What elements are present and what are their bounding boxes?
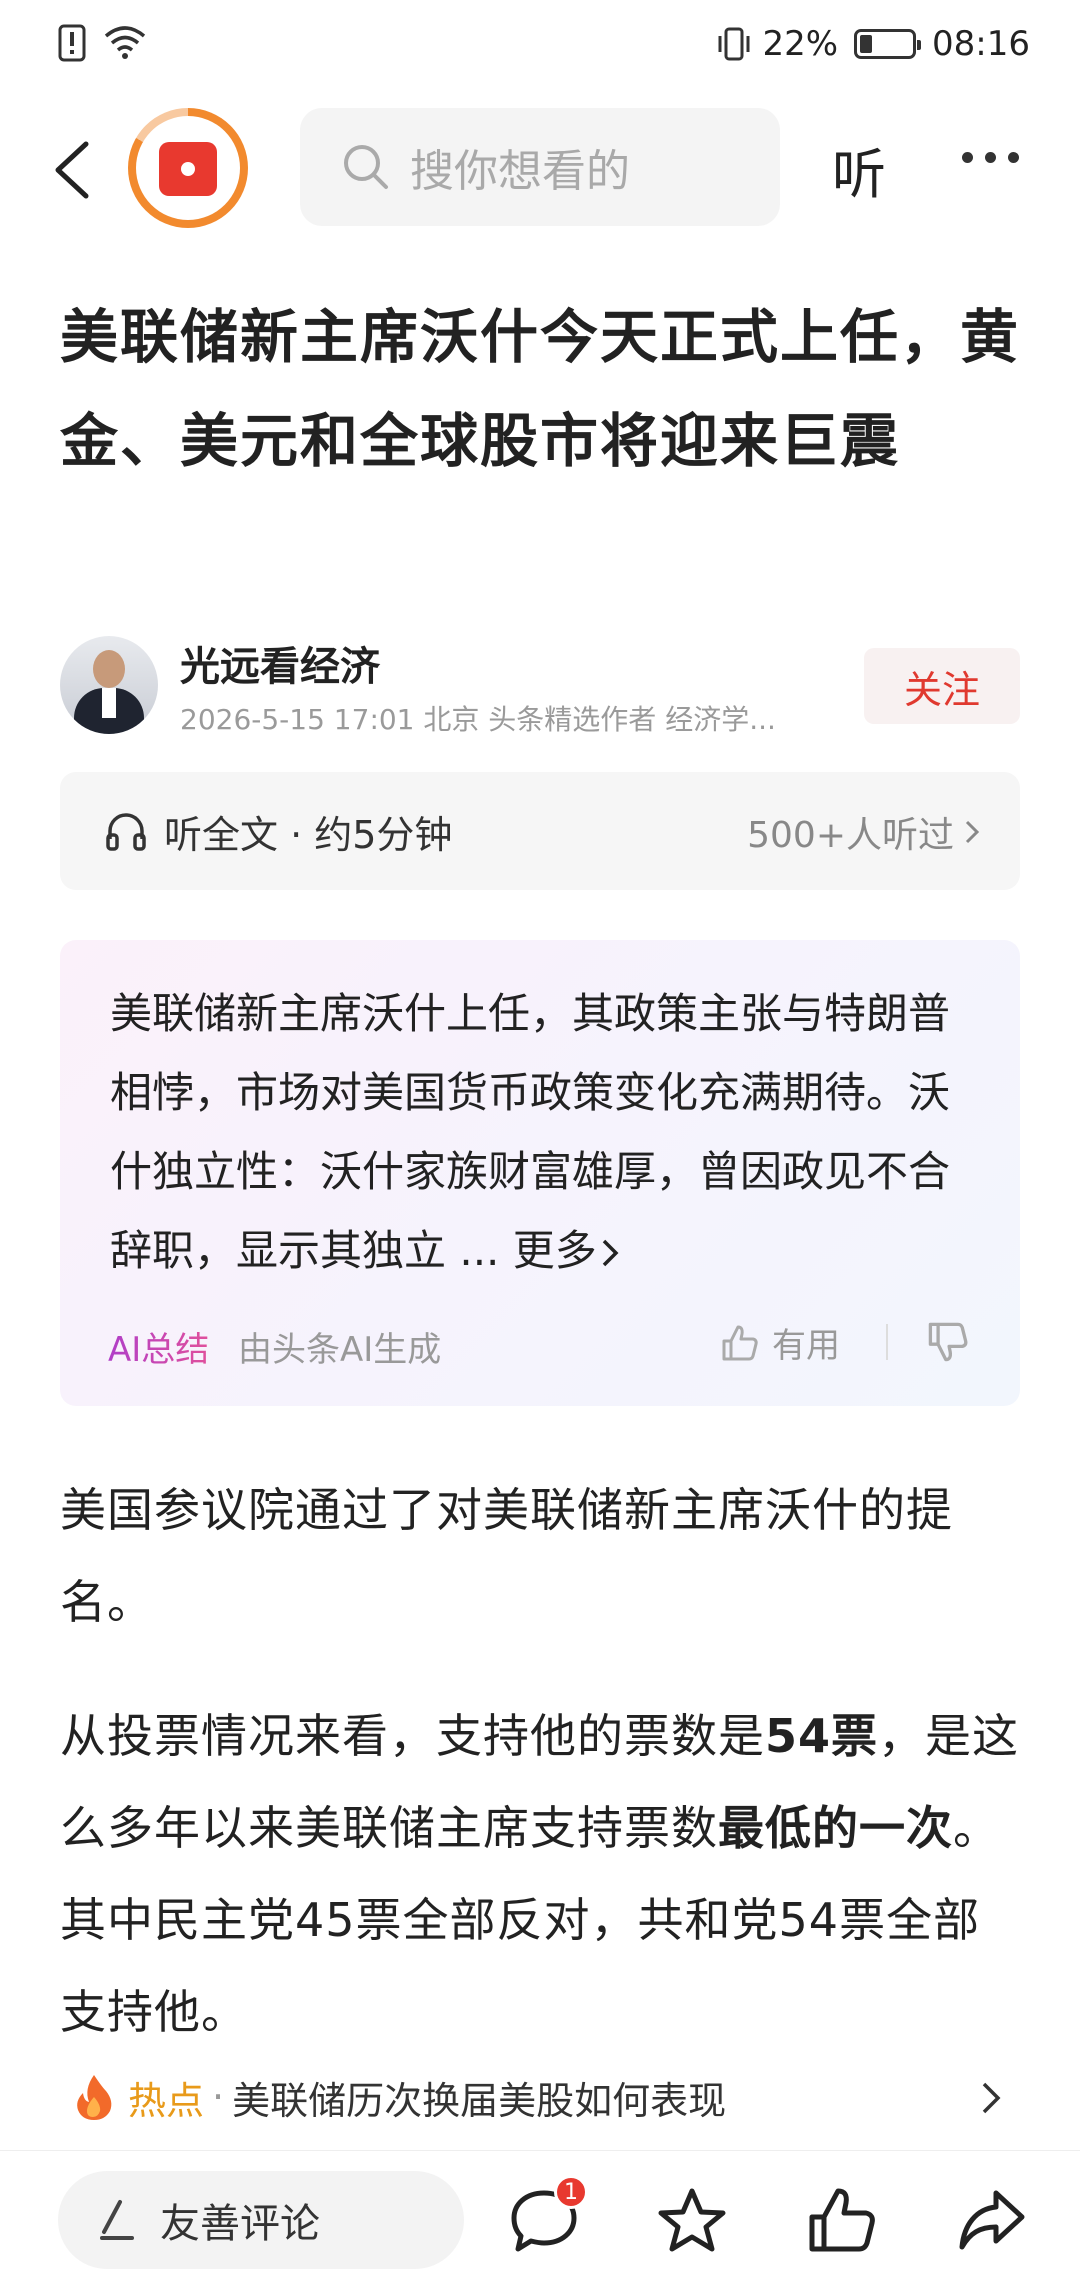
separator-dot: · xyxy=(212,2075,225,2119)
star-icon[interactable] xyxy=(656,2185,728,2257)
pen-icon xyxy=(100,2200,134,2240)
app-logo[interactable] xyxy=(128,108,248,228)
hot-label: 热点 xyxy=(128,2078,205,2123)
chevron-right-icon xyxy=(982,2082,1001,2114)
useful-button[interactable]: 有用 xyxy=(720,1318,840,1367)
wifi-icon xyxy=(104,26,146,59)
ai-more-label: 更多 xyxy=(512,1226,597,1275)
listen-label: 听全文 · 约5分钟 xyxy=(164,813,453,857)
comment-count-badge: 1 xyxy=(554,2175,588,2209)
listen-button[interactable]: 听 xyxy=(832,130,886,209)
alert-icon xyxy=(58,24,86,62)
comment-placeholder: 友善评论 xyxy=(160,2201,320,2247)
back-icon[interactable] xyxy=(50,138,94,202)
thumbs-down-icon[interactable] xyxy=(926,1320,970,1364)
hot-topic-link[interactable]: 热点 · 美联储历次换届美股如何表现 xyxy=(72,2062,1012,2132)
listen-count: 500+人听过 xyxy=(747,806,980,858)
listen-count-text: 500+人听过 xyxy=(747,815,954,856)
chevron-right-icon xyxy=(965,820,980,844)
article-title: 美联储新主席沃什今天正式上任，黄金、美元和全球股市将迎来巨震 xyxy=(60,303,1021,475)
para2-part: 从投票情况来看，支持他的票数是 xyxy=(60,1709,765,1763)
para2-bold: 最低的一次 xyxy=(718,1801,953,1855)
top-nav: 搜你想看的 听 xyxy=(0,100,1080,240)
chevron-right-icon xyxy=(602,1239,619,1267)
paragraph-2: 从投票情况来看，支持他的票数是54票，是这么多年以来美联储主席支持票数最低的一次… xyxy=(60,1690,1020,2058)
headphones-icon xyxy=(106,813,146,851)
thumbs-up-icon xyxy=(722,1325,758,1360)
useful-label: 有用 xyxy=(772,1326,840,1366)
author-row: 光远看经济 2026-5-15 17:01 北京 头条精选作者 经济学... 关… xyxy=(60,636,1020,736)
battery-percent: 22% xyxy=(762,24,839,64)
paragraph-1: 美国参议院通过了对美联储新主席沃什的提名。 xyxy=(60,1483,953,1629)
battery-level xyxy=(860,35,873,53)
ai-summary-text: 美联储新主席沃什上任，其政策主张与特朗普相悖，市场对美国货币政策变化充满期待。沃… xyxy=(110,974,990,1290)
red-packet-icon xyxy=(159,142,217,196)
bottom-action-bar: 友善评论 1 xyxy=(0,2150,1080,2280)
status-bar: 22% 08:16 xyxy=(0,0,1080,92)
battery-icon xyxy=(854,29,922,59)
search-bar[interactable]: 搜你想看的 xyxy=(300,108,780,226)
ai-more-link[interactable]: 更多 xyxy=(513,1226,619,1275)
search-icon xyxy=(344,145,388,189)
follow-button[interactable]: 关注 xyxy=(864,648,1020,724)
clock: 08:16 xyxy=(932,24,1030,64)
divider xyxy=(886,1324,888,1360)
para2-bold: 54票 xyxy=(765,1709,879,1763)
listen-full-text-bar[interactable]: 听全文 · 约5分钟 500+人听过 xyxy=(60,772,1020,890)
author-meta: 2026-5-15 17:01 北京 头条精选作者 经济学... xyxy=(180,703,776,736)
comment-input[interactable]: 友善评论 xyxy=(58,2171,464,2269)
hot-topic-text: 美联储历次换届美股如何表现 xyxy=(232,2078,727,2123)
ai-generated-by: 由头条AI生成 xyxy=(238,1330,442,1370)
more-icon[interactable] xyxy=(962,152,1019,163)
vibrate-icon xyxy=(718,27,750,61)
share-icon[interactable] xyxy=(956,2185,1028,2257)
search-placeholder: 搜你想看的 xyxy=(410,146,630,197)
fire-icon xyxy=(77,2075,112,2120)
author-name[interactable]: 光远看经济 xyxy=(180,634,380,692)
ai-summary-card: 美联储新主席沃什上任，其政策主张与特朗普相悖，市场对美国货币政策变化充满期待。沃… xyxy=(60,940,1020,1406)
ai-summary-label: AI总结 xyxy=(108,1322,209,1371)
author-avatar[interactable] xyxy=(60,636,158,734)
thumbs-up-icon[interactable] xyxy=(806,2185,878,2257)
